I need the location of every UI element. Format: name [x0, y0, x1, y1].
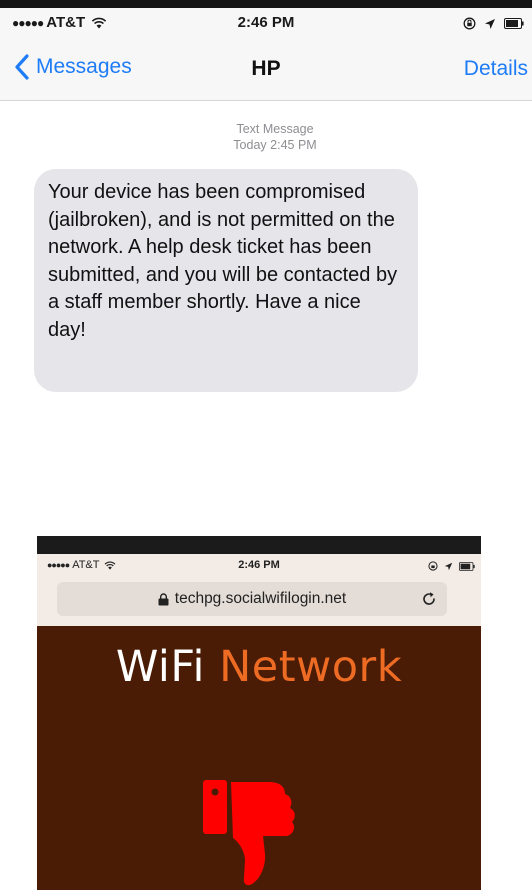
portal-title: WiFi Network: [37, 642, 481, 692]
inset-status-time: 2:46 PM: [238, 559, 280, 571]
inset-orientation-lock-icon: [428, 561, 438, 571]
inset-address-bar-area: techpg.socialwifilogin.net: [37, 578, 481, 626]
navigation-bar: Messages HP Details: [0, 38, 532, 101]
thumbs-down-icon: [203, 780, 295, 886]
inset-status-bar: ●●●●● AT&T 2:46 PM: [37, 554, 481, 578]
inset-battery-icon: [459, 561, 475, 571]
device-top-edge: [0, 0, 532, 8]
padlock-icon: [158, 592, 169, 605]
location-arrow-icon: [485, 18, 495, 29]
incoming-message-bubble[interactable]: Your device has been compromised (jailbr…: [34, 169, 418, 392]
message-text: Your device has been compromised (jailbr…: [48, 181, 398, 341]
status-time: 2:46 PM: [237, 14, 295, 31]
message-timestamp: Text Message Today 2:45 PM: [0, 121, 532, 153]
orientation-lock-icon: [463, 17, 476, 30]
inset-url-text: techpg.socialwifilogin.net: [174, 590, 347, 607]
portal-title-network: Network: [219, 642, 403, 692]
captive-portal-page: WiFi Network: [37, 626, 481, 890]
status-icons: [463, 17, 524, 30]
embedded-screenshot: ●●●●● AT&T 2:46 PM techpg.socialwifilogi…: [37, 536, 481, 890]
inset-url-group: techpg.socialwifilogin.net: [57, 590, 447, 608]
inset-status-icons: [428, 561, 475, 571]
page-background-right: [481, 536, 532, 890]
inset-location-arrow-icon: [444, 562, 453, 570]
message-type-label: Text Message: [236, 122, 314, 136]
inset-address-bar[interactable]: techpg.socialwifilogin.net: [57, 582, 447, 616]
battery-icon: [504, 18, 524, 29]
message-day: Today: [233, 138, 267, 152]
status-bar: ●●●●● AT&T 2:46 PM: [0, 8, 532, 38]
message-time: 2:45 PM: [270, 138, 317, 152]
message-time-line: Today 2:45 PM: [0, 137, 532, 153]
details-button[interactable]: Details: [464, 57, 528, 81]
portal-title-wifi: WiFi: [115, 642, 205, 692]
message-thread[interactable]: Text Message Today 2:45 PM Your device h…: [0, 101, 532, 531]
reload-icon[interactable]: [421, 591, 437, 607]
conversation-title: HP: [251, 57, 281, 80]
